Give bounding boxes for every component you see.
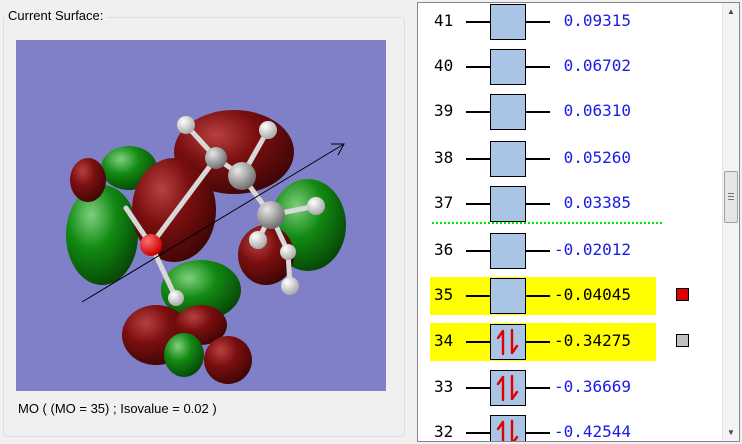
- level-line-left: [466, 295, 490, 297]
- level-line-right: [526, 158, 550, 160]
- empty-level-box[interactable]: [490, 186, 526, 222]
- level-line-left: [466, 66, 490, 68]
- empty-level-box[interactable]: [490, 4, 526, 40]
- hydrogen-atom: [307, 197, 325, 215]
- mo-number: 41: [434, 11, 454, 30]
- scrollbar-thumb[interactable]: [724, 171, 738, 223]
- electron-pair-icon: [496, 419, 519, 441]
- oxygen-atom: [140, 234, 162, 256]
- level-line-left: [466, 387, 490, 389]
- mo-level-row[interactable]: 39 0.06310: [418, 92, 722, 132]
- surface-caption: MO ( (MO = 35) ; Isovalue = 0.02 ): [18, 401, 217, 416]
- mo-number: 37: [434, 193, 454, 212]
- level-line-right: [526, 295, 550, 297]
- scroll-down-arrow-icon[interactable]: ▼: [723, 424, 739, 441]
- mo-energy-value: 0.05260: [554, 148, 632, 167]
- level-line-left: [466, 432, 490, 434]
- mo-number: 36: [434, 240, 454, 259]
- mo-energy-value: -0.04045: [554, 285, 632, 304]
- mo-level-row[interactable]: 34 -0.34275: [418, 322, 722, 362]
- mo-level-row[interactable]: 33 -0.36669: [418, 368, 722, 408]
- level-line-right: [526, 250, 550, 252]
- mo-energy-list[interactable]: 41 0.09315 40 0.06702 39 0.06310 38 0.05260…: [417, 2, 740, 442]
- hydrogen-atom: [249, 231, 267, 249]
- level-line-left: [466, 111, 490, 113]
- electron-pair-icon: [496, 328, 519, 356]
- mo-energy-value: 0.03385: [554, 193, 632, 212]
- level-line-right: [526, 432, 550, 434]
- orbital-lobe-negative: [164, 333, 204, 377]
- level-line-left: [466, 21, 490, 23]
- hydrogen-atom: [177, 116, 195, 134]
- occupied-level-box[interactable]: [490, 370, 526, 406]
- mo-energy-value: -0.02012: [554, 240, 632, 259]
- mo-number: 33: [434, 377, 454, 396]
- mo-isosurface-render: [66, 110, 346, 384]
- orbital-lobe-negative: [66, 185, 138, 285]
- mo-number: 38: [434, 148, 454, 167]
- mo-energy-value: -0.36669: [554, 377, 632, 396]
- surface-color-swatch[interactable]: [676, 288, 689, 301]
- vertical-scrollbar[interactable]: ▲ ▼: [722, 3, 739, 441]
- mo-number: 34: [434, 331, 454, 350]
- mo-level-row[interactable]: 40 0.06702: [418, 47, 722, 87]
- level-line-right: [526, 111, 550, 113]
- molecule-viewport[interactable]: [16, 40, 386, 391]
- level-line-left: [466, 341, 490, 343]
- scroll-up-arrow-icon[interactable]: ▲: [723, 3, 739, 20]
- carbon-atom: [228, 162, 256, 190]
- level-line-right: [526, 341, 550, 343]
- current-surface-title: Current Surface:: [5, 8, 107, 23]
- empty-level-box[interactable]: [490, 278, 526, 314]
- orbital-lobe-positive: [204, 336, 252, 384]
- level-line-right: [526, 203, 550, 205]
- level-line-right: [526, 21, 550, 23]
- electron-pair-icon: [496, 374, 519, 402]
- mo-level-row[interactable]: 35 -0.04045: [418, 276, 722, 316]
- level-line-left: [466, 250, 490, 252]
- orbital-lobe-positive: [70, 158, 106, 202]
- empty-level-box[interactable]: [490, 233, 526, 269]
- mo-level-row[interactable]: 36 -0.02012: [418, 231, 722, 271]
- hydrogen-atom: [280, 244, 296, 260]
- empty-level-box[interactable]: [490, 141, 526, 177]
- mo-number: 39: [434, 101, 454, 120]
- level-line-right: [526, 387, 550, 389]
- mo-energy-value: 0.09315: [554, 11, 632, 30]
- mo-number: 40: [434, 56, 454, 75]
- carbon-atom: [205, 147, 227, 169]
- mo-energy-value: -0.34275: [554, 331, 632, 350]
- empty-level-box[interactable]: [490, 94, 526, 130]
- empty-level-box[interactable]: [490, 49, 526, 85]
- mo-level-row[interactable]: 37 0.03385: [418, 184, 722, 224]
- mo-energy-value: 0.06702: [554, 56, 632, 75]
- level-line-right: [526, 66, 550, 68]
- mo-level-row[interactable]: 41 0.09315: [418, 3, 722, 42]
- hydrogen-atom: [168, 290, 184, 306]
- mo-level-row[interactable]: 32 -0.42544: [418, 413, 722, 441]
- surface-color-swatch[interactable]: [676, 334, 689, 347]
- hydrogen-atom: [259, 121, 277, 139]
- level-line-left: [466, 158, 490, 160]
- mo-energy-value: -0.42544: [554, 422, 632, 441]
- hydrogen-atom: [281, 277, 299, 295]
- mo-energy-value: 0.06310: [554, 101, 632, 120]
- mo-number: 32: [434, 422, 454, 441]
- occupied-level-box[interactable]: [490, 415, 526, 441]
- mo-level-row[interactable]: 38 0.05260: [418, 139, 722, 179]
- homo-lumo-separator: [432, 222, 662, 224]
- level-line-left: [466, 203, 490, 205]
- mo-number: 35: [434, 285, 454, 304]
- carbon-atom: [257, 201, 285, 229]
- occupied-level-box[interactable]: [490, 324, 526, 360]
